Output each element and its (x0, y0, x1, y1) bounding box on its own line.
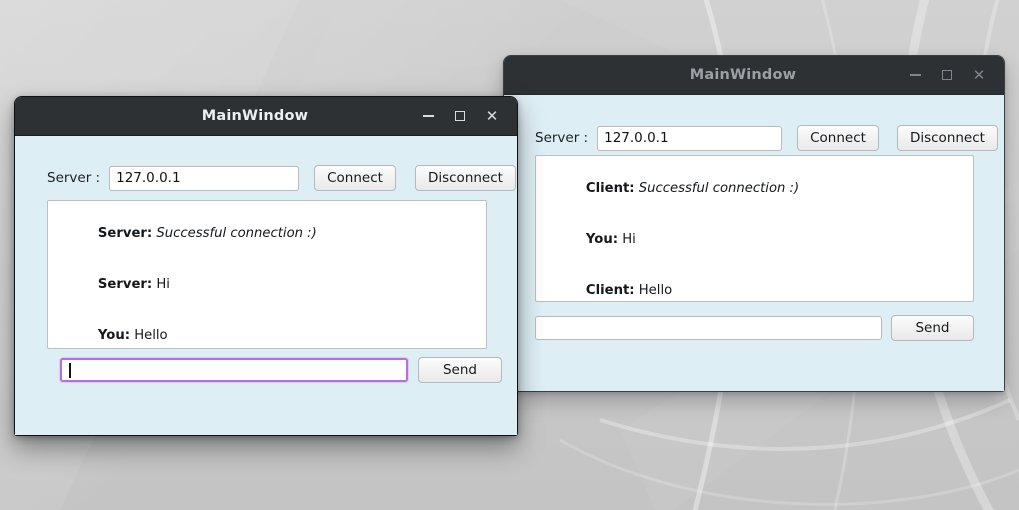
chat-log[interactable]: Server: Successful connection :) Server:… (47, 200, 487, 349)
send-row: Send (535, 315, 974, 341)
send-button[interactable]: Send (418, 357, 502, 383)
chat-message: Hi (156, 277, 170, 292)
server-label: Server : (535, 130, 589, 146)
message-input[interactable] (535, 316, 882, 340)
chat-sender: Server: (97, 277, 153, 292)
chat-sender: Client: (585, 181, 635, 196)
connect-button[interactable]: Connect (797, 125, 879, 151)
window-client[interactable]: MainWindow ✕ Server : 127.0.0.1 Connect … (14, 96, 518, 436)
chat-sender: Client: (585, 283, 635, 298)
window-controls[interactable]: ✕ (906, 66, 1004, 84)
window-title: MainWindow (201, 108, 309, 124)
chat-message: Successful connection :) (156, 226, 317, 241)
window-server[interactable]: MainWindow ✕ Server : 127.0.0.1 Connect … (503, 55, 1005, 392)
send-row: Send (60, 357, 502, 383)
send-button[interactable]: Send (891, 315, 974, 341)
message-input[interactable] (60, 358, 408, 382)
server-address-input[interactable]: 127.0.0.1 (597, 125, 783, 151)
close-icon[interactable]: ✕ (970, 66, 988, 84)
server-label: Server : (47, 170, 101, 186)
server-row: Server : 127.0.0.1 Connect Disconnect (535, 125, 998, 151)
chat-message: Hello (134, 328, 168, 343)
chat-log[interactable]: Client: Successful connection :) You: Hi… (535, 155, 974, 302)
chat-message: Hello (638, 283, 673, 298)
server-address-input[interactable]: 127.0.0.1 (109, 165, 300, 191)
server-address-value: 127.0.0.1 (604, 130, 669, 146)
server-row: Server : 127.0.0.1 Connect Disconnect (47, 165, 516, 191)
text-caret (69, 362, 71, 378)
server-address-value: 127.0.0.1 (116, 170, 181, 186)
chat-line: Server: Successful connection :) (56, 208, 478, 259)
titlebar[interactable]: MainWindow ✕ (15, 97, 517, 135)
chat-message: Successful connection :) (638, 181, 800, 196)
disconnect-button[interactable]: Disconnect (414, 165, 516, 191)
close-icon[interactable]: ✕ (483, 107, 501, 125)
chat-line: You: Hi (544, 214, 965, 265)
window-body: Server : 127.0.0.1 Connect Disconnect Se… (15, 135, 517, 435)
window-controls[interactable]: ✕ (419, 107, 517, 125)
chat-sender: Server: (97, 226, 153, 241)
maximize-icon[interactable] (938, 66, 956, 84)
chat-sender: You: (97, 328, 130, 343)
titlebar[interactable]: MainWindow ✕ (504, 56, 1004, 94)
chat-line: You: Hello (56, 310, 478, 348)
window-title: MainWindow (689, 67, 797, 83)
chat-sender: You: (585, 232, 618, 247)
minimize-icon[interactable] (906, 66, 924, 84)
disconnect-button[interactable]: Disconnect (896, 125, 998, 151)
maximize-icon[interactable] (451, 107, 469, 125)
connect-button[interactable]: Connect (314, 165, 396, 191)
chat-line: Client: Hello (544, 265, 965, 301)
minimize-icon[interactable] (419, 107, 437, 125)
window-body: Server : 127.0.0.1 Connect Disconnect Cl… (504, 94, 1004, 391)
chat-line: Server: Hi (56, 259, 478, 310)
chat-message: Hi (622, 232, 636, 247)
chat-line: Client: Successful connection :) (544, 163, 965, 214)
